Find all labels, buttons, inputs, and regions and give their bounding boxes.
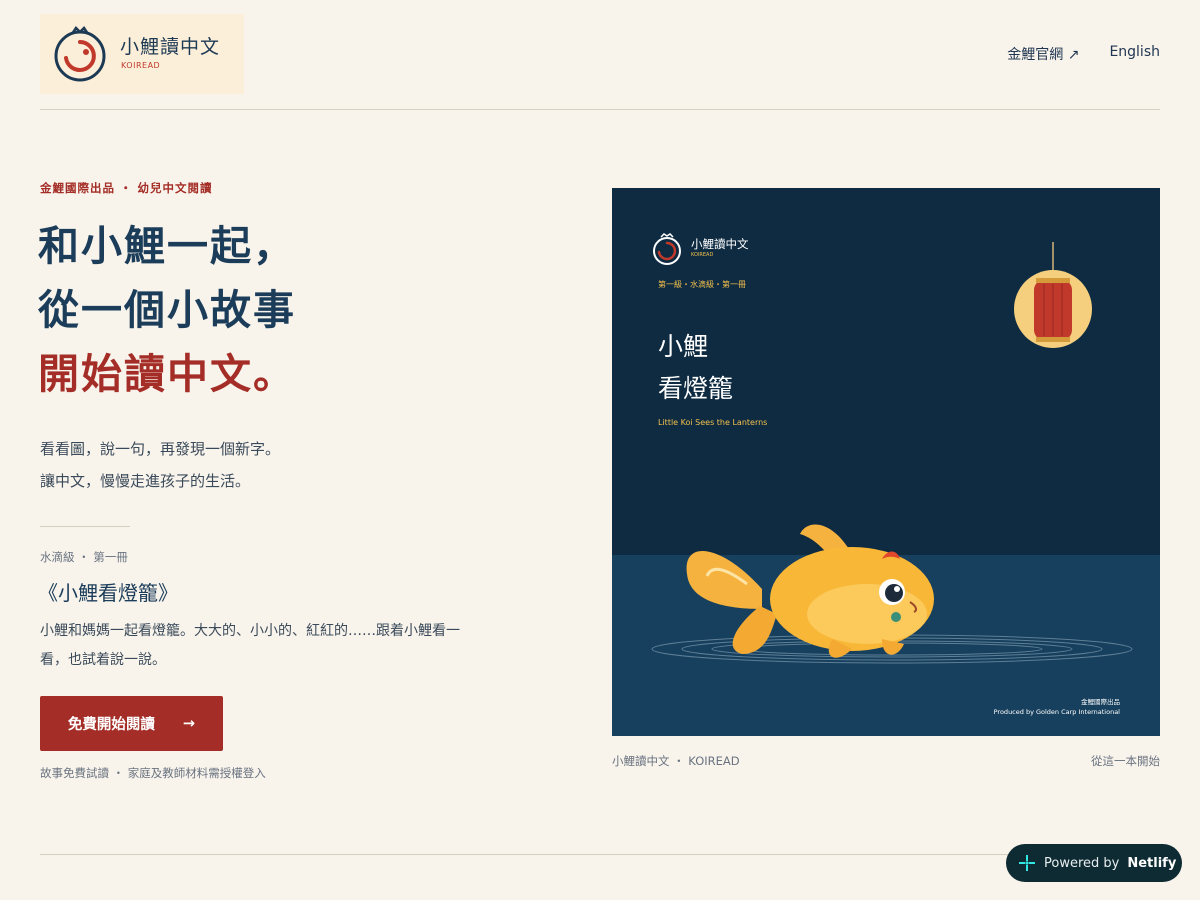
brand-name: 小鯉讀中文 [120,36,221,58]
cover-level: 第一級・水滴級・第一冊 [658,280,746,289]
cover-brand-sub: KOIREAD [691,252,714,258]
start-reading-label: 免費開始閱讀 [67,717,155,733]
cover-logo-icon [653,233,681,265]
cover-title-line-2: 看燈籠 [658,374,734,403]
cover-caption-left: 小鯉讀中文 ・ KOIREAD [612,754,740,768]
book-level: 水滴級 ・ 第一冊 [40,550,128,564]
book-description: 小鯉和媽媽一起看燈籠。大大的、小小的、紅紅的……跟着小鯉看一看，也試着說一說。 [40,623,460,668]
book-title: 《小鯉看燈籠》 [38,581,178,605]
lantern-illustration [1014,242,1092,348]
netlify-prefix: Powered by [1044,855,1120,871]
section-divider [40,526,130,527]
headline-line-3: 開始讀中文。 [38,350,296,398]
brand-subtitle: KOIREAD [121,61,161,70]
koi-logo-icon [54,26,106,82]
netlify-badge[interactable]: Powered by Netlify [1006,844,1182,882]
cta-note: 故事免費試讀 ・ 家庭及教師材料需授權登入 [40,766,266,780]
cover-credit: 金鯉國際出品 Produced by Golden Carp Internati… [994,697,1120,717]
page: 小鯉讀中文 KOIREAD 金鯉官網 ↗ English 金鯉國際出品 ・ 幼兒… [0,0,1200,900]
hero-eyebrow: 金鯉國際出品 ・ 幼兒中文閱讀 [40,181,213,195]
netlify-logo-icon [1019,855,1035,871]
arrow-right-icon: → [182,715,196,732]
book-cover[interactable]: 小鯉讀中文 KOIREAD 第一級・水滴級・第一冊 小鯉 看燈籠 Little … [612,188,1160,736]
koi-fish-illustration [651,524,1133,664]
start-reading-button[interactable]: 免費開始閱讀 → [40,696,223,751]
cover-title: 小鯉 看燈籠 [658,326,733,410]
nav-link-official-site[interactable]: 金鯉官網 ↗ [1007,44,1079,64]
netlify-brand: Netlify [1127,855,1177,871]
cover-caption-right: 從這一本開始 [1091,754,1160,768]
lead-line-1: 看看圖，說一句，再發現一個新字。 [40,440,281,458]
cover-credit-zh: 金鯉國際出品 [1081,698,1120,706]
hero-lead: 看看圖，說一句，再發現一個新字。 讓中文，慢慢走進孩子的生活。 [40,433,280,497]
cover-english-title: Little Koi Sees the Lanterns [658,418,768,427]
nav-link-english[interactable]: English [1109,44,1160,64]
footer-divider [40,854,1160,855]
site-header: 小鯉讀中文 KOIREAD 金鯉官網 ↗ English [40,14,1160,110]
brand-logo[interactable]: 小鯉讀中文 KOIREAD [40,14,244,94]
headline-line-1: 和小鯉一起， [38,222,296,270]
hero-headline: 和小鯉一起， 從一個小故事 開始讀中文。 [38,214,296,406]
headline-line-2: 從一個小故事 [38,286,296,334]
cover-credit-en: Produced by Golden Carp International [993,708,1120,716]
cover-title-line-1: 小鯉 [658,332,709,361]
top-nav: 金鯉官網 ↗ English [1007,44,1160,64]
lead-line-2: 讓中文，慢慢走進孩子的生活。 [40,472,251,490]
cover-brand: 小鯉讀中文 [691,237,749,251]
